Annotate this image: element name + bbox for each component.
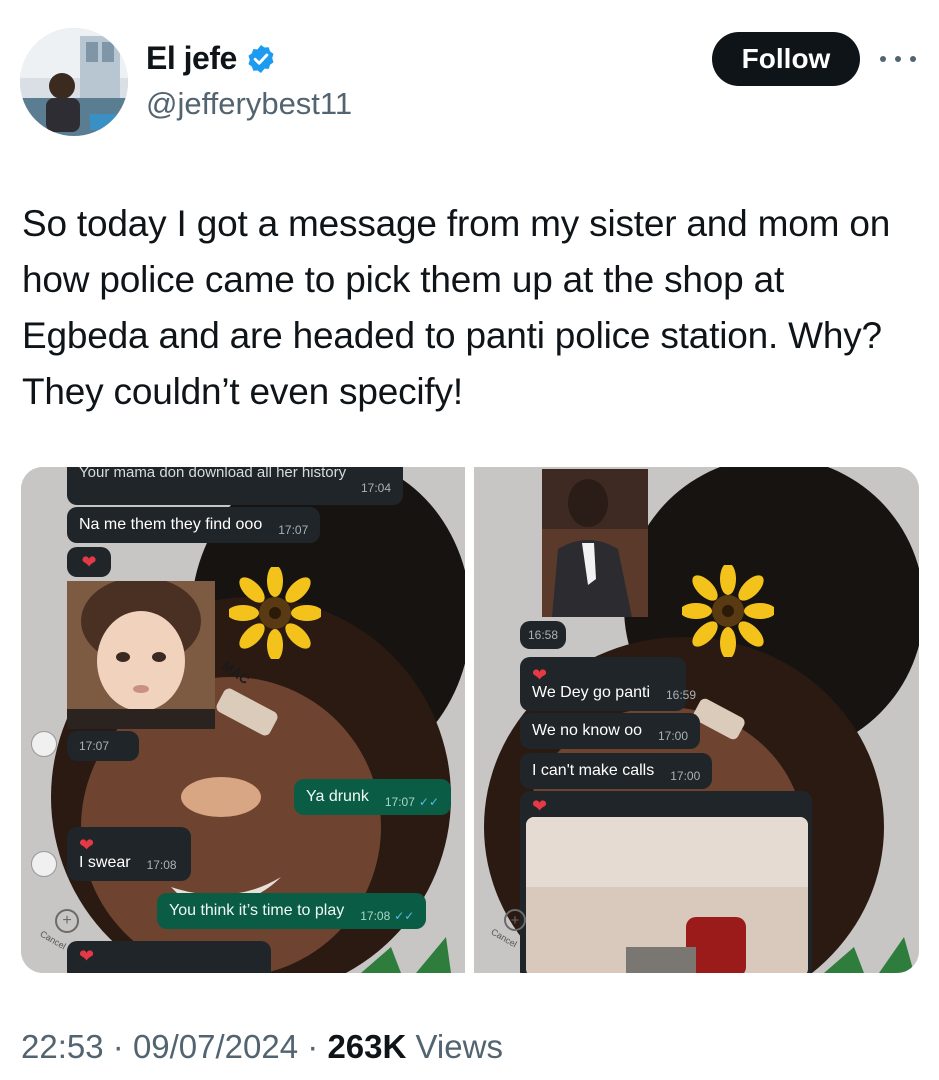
cancel-icon[interactable]: +	[504, 909, 526, 931]
chat-message-text: Na me them they find ooo	[79, 516, 263, 533]
read-receipt-icon: ✓✓	[394, 909, 415, 923]
separator: ·	[112, 1028, 124, 1065]
chat-sender-avatar[interactable]	[31, 851, 57, 877]
heart-icon: ❤	[79, 946, 95, 966]
chat-message-text: We no know oo	[532, 722, 642, 739]
chat-message-time: 16:58	[528, 628, 559, 642]
author-avatar[interactable]	[20, 28, 128, 136]
chat-message-time: 17:07	[79, 739, 110, 753]
views-label: Views	[415, 1028, 503, 1065]
verified-badge-icon	[248, 44, 274, 73]
chat-message-text: You think it’s time to play	[169, 902, 345, 919]
chat-message-time: 17:00	[658, 729, 689, 743]
heart-icon: ❤	[79, 835, 95, 855]
chat-message: Na me them they find ooo 17:07	[67, 507, 321, 543]
chat-message-time: 17:07	[278, 523, 309, 537]
chat-message-time: 17:08	[360, 909, 391, 923]
follow-button[interactable]: Follow	[712, 32, 860, 86]
chat-message-text: We Dey go panti	[532, 684, 650, 701]
media-image-left[interactable]: Your mama don download all her history 1…	[21, 467, 465, 973]
chat-reaction-bubble: ❤	[67, 547, 111, 577]
chat-message: Your mama don download all her history 1…	[67, 467, 403, 505]
chat-message-text: Ya drunk	[306, 788, 369, 805]
more-icon[interactable]	[880, 44, 916, 74]
chat-message-text: I swear	[79, 854, 131, 871]
chat-message-time: 16:59	[666, 688, 697, 702]
shared-photo-man[interactable]	[542, 469, 648, 617]
chat-message: 16:58	[520, 621, 567, 649]
shared-photo-child[interactable]	[67, 581, 215, 729]
chat-message-outgoing: You think it’s time to play 17:08 ✓✓	[157, 893, 427, 929]
chat-message-text: I can't make calls	[532, 762, 655, 779]
chat-sender-avatar[interactable]	[31, 731, 57, 757]
cancel-icon[interactable]: +	[55, 909, 79, 933]
separator: ·	[307, 1028, 319, 1065]
chat-message: ❤ We Dey go panti 16:59	[520, 657, 696, 711]
chat-message: I can't make calls 17:00	[520, 753, 713, 789]
sunflower-sticker	[680, 563, 776, 659]
chat-message: We no know oo 17:00	[520, 713, 701, 749]
author-display-name[interactable]: El jefe	[146, 40, 237, 77]
views-count: 263K	[327, 1028, 407, 1065]
tweet-meta: 22:53 · 09/07/2024 · 263K Views	[21, 1028, 503, 1066]
shared-photo-car-interior[interactable]	[526, 817, 808, 973]
heart-icon: ❤	[532, 796, 548, 816]
sunflower-sticker	[227, 565, 323, 661]
author-handle[interactable]: @jefferybest11	[146, 86, 352, 122]
chat-message: ❤ I swear 17:08	[67, 827, 191, 881]
heart-icon: ❤	[81, 552, 97, 572]
chat-message-text: Your mama don download all her history	[79, 467, 347, 481]
tweet-date[interactable]: 09/07/2024	[133, 1028, 298, 1065]
tweet-text: So today I got a message from my sister …	[22, 203, 891, 412]
chat-reaction-bubble: ❤	[67, 941, 271, 973]
media-image-right[interactable]: 16:58 ❤ We Dey go panti 16:59 We no know…	[474, 467, 919, 973]
chat-message-time: 17:07	[384, 795, 415, 809]
read-receipt-icon: ✓✓	[418, 795, 439, 809]
chat-message-time: 17:08	[146, 858, 177, 872]
tweet-time[interactable]: 22:53	[21, 1028, 104, 1065]
chat-message-time: 17:00	[670, 769, 701, 783]
chat-message-outgoing: Ya drunk 17:07 ✓✓	[294, 779, 451, 815]
chat-message: 17:07	[67, 731, 139, 761]
chat-message-time: 17:04	[360, 480, 391, 495]
heart-icon: ❤	[532, 665, 548, 685]
